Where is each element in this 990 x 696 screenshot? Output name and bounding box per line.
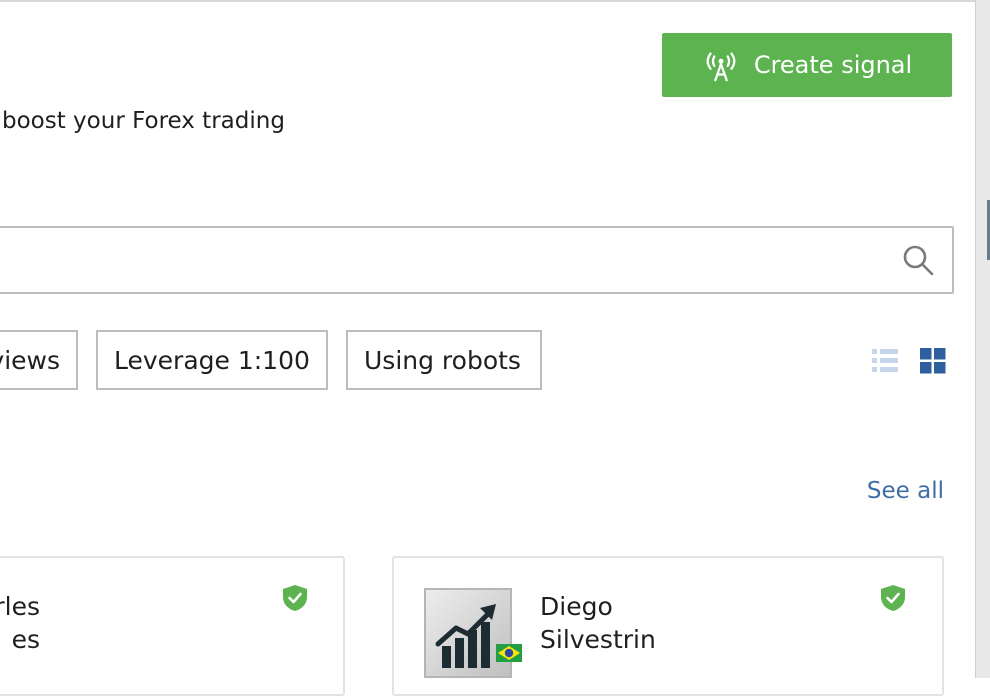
filter-tag-leverage[interactable]: Leverage 1:100: [96, 330, 328, 390]
search-input[interactable]: [0, 228, 916, 292]
signal-card[interactable]: Diego Silvestrin: [392, 556, 944, 696]
signal-card[interactable]: rles es: [0, 556, 345, 696]
provider-name-line1: rles: [0, 592, 40, 621]
search-icon[interactable]: [900, 242, 936, 278]
see-all-link[interactable]: See all: [867, 478, 944, 504]
create-signal-button[interactable]: Create signal: [662, 33, 952, 97]
provider-name-line1: Diego: [540, 592, 613, 621]
filter-tag-reviews[interactable]: views: [0, 330, 78, 390]
grid-view-icon[interactable]: [920, 348, 946, 374]
provider-name: Diego Silvestrin: [540, 590, 656, 656]
page-subtitle: boost your Forex trading: [2, 108, 285, 134]
provider-name: rles es: [0, 590, 40, 656]
search-box[interactable]: [0, 226, 954, 294]
filter-tag-using-robots[interactable]: Using robots: [346, 330, 542, 390]
avatar: [424, 588, 512, 678]
verified-shield-icon: [881, 585, 905, 611]
top-border: [0, 0, 976, 2]
filter-tag-leverage-label: Leverage 1:100: [114, 345, 310, 375]
create-signal-label: Create signal: [753, 51, 913, 79]
filter-tag-reviews-label: views: [0, 345, 60, 375]
provider-name-line2: Silvestrin: [540, 625, 656, 654]
verified-shield-icon: [283, 585, 307, 611]
list-view-icon[interactable]: [872, 348, 898, 374]
brazil-flag-icon: [496, 644, 522, 662]
provider-name-line2: es: [11, 625, 40, 654]
growth-chart-icon: [435, 604, 496, 668]
filter-tag-using-robots-label: Using robots: [364, 345, 521, 375]
antenna-icon: [706, 52, 736, 82]
window-edge: [975, 0, 990, 678]
